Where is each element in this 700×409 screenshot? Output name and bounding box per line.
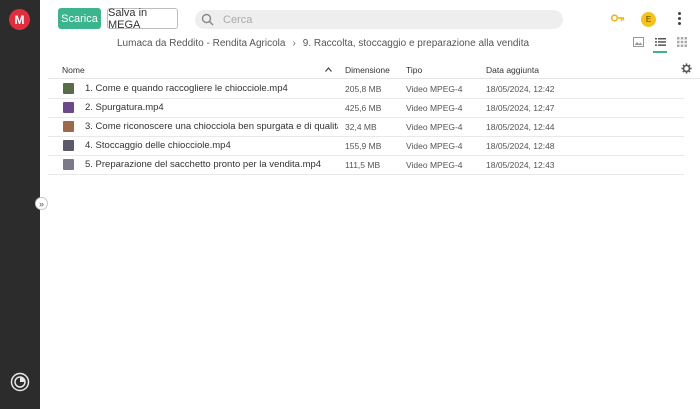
- file-size: 425,6 MB: [345, 103, 382, 113]
- table-row[interactable]: 3. Come riconoscere una chiocciola ben s…: [48, 117, 684, 137]
- table-header: Nome Dimensione Tipo Data aggiunta: [48, 60, 700, 79]
- video-thumbnail: [63, 83, 74, 94]
- table-row[interactable]: 4. Stoccaggio delle chiocciole.mp4 155,9…: [48, 136, 684, 156]
- search-bar: [195, 10, 563, 29]
- video-thumbnail: [63, 102, 74, 113]
- column-header-type[interactable]: Tipo: [406, 65, 422, 75]
- table-row[interactable]: 5. Preparazione del sacchetto pronto per…: [48, 155, 684, 175]
- file-type: Video MPEG-4: [406, 84, 463, 94]
- breadcrumb: Lumaca da Reddito - Rendita Agricola › 9. …: [117, 38, 529, 49]
- expand-sidebar-button[interactable]: »: [35, 197, 48, 210]
- gear-icon[interactable]: [681, 63, 692, 74]
- mega-logo[interactable]: M: [9, 9, 30, 30]
- sort-ascending-icon[interactable]: [325, 67, 332, 72]
- chevron-right-icon: ›: [292, 38, 296, 49]
- video-thumbnail: [63, 159, 74, 170]
- download-button[interactable]: Scarica: [58, 8, 101, 29]
- file-date: 18/05/2024, 12:42: [486, 84, 555, 94]
- image-view-icon[interactable]: [633, 37, 644, 47]
- file-type: Video MPEG-4: [406, 103, 463, 113]
- table-row[interactable]: 2. Spurgatura.mp4 425,6 MB Video MPEG-4 …: [48, 98, 684, 118]
- file-size: 111,5 MB: [345, 160, 381, 170]
- file-name: 5. Preparazione del sacchetto pronto per…: [85, 159, 322, 170]
- file-date: 18/05/2024, 12:48: [486, 141, 555, 151]
- file-size: 205,8 MB: [345, 84, 382, 94]
- sidebar: M: [0, 0, 40, 409]
- file-name: 3. Come riconoscere una chiocciola ben s…: [85, 121, 338, 132]
- file-type: Video MPEG-4: [406, 160, 463, 170]
- file-type: Video MPEG-4: [406, 141, 463, 151]
- file-name: 1. Come e quando raccogliere le chioccio…: [85, 83, 288, 94]
- avatar[interactable]: E: [641, 12, 656, 27]
- video-thumbnail: [63, 121, 74, 132]
- table-row[interactable]: 1. Come e quando raccogliere le chioccio…: [48, 79, 684, 99]
- search-icon: [201, 13, 214, 26]
- breadcrumb-item[interactable]: Lumaca da Reddito - Rendita Agricola: [117, 38, 285, 49]
- file-date: 18/05/2024, 12:44: [486, 122, 555, 132]
- file-date: 18/05/2024, 12:43: [486, 160, 555, 170]
- column-header-date[interactable]: Data aggiunta: [486, 65, 539, 75]
- grid-view-icon[interactable]: [677, 37, 687, 47]
- column-header-size[interactable]: Dimensione: [345, 65, 390, 75]
- column-header-name[interactable]: Nome: [62, 65, 85, 75]
- list-view-icon[interactable]: [655, 37, 666, 47]
- file-name: 2. Spurgatura.mp4: [85, 102, 164, 113]
- transfers-icon[interactable]: [10, 372, 30, 392]
- search-input[interactable]: [223, 11, 543, 28]
- file-name: 4. Stoccaggio delle chiocciole.mp4: [85, 140, 231, 151]
- active-view-indicator: [653, 51, 667, 53]
- key-icon[interactable]: [611, 13, 625, 23]
- save-to-mega-button[interactable]: Salva in MEGA: [107, 7, 178, 31]
- video-thumbnail: [63, 140, 74, 151]
- breadcrumb-item-current: 9. Raccolta, stoccaggio e preparazione a…: [302, 38, 530, 49]
- file-size: 155,9 MB: [345, 141, 382, 151]
- file-date: 18/05/2024, 12:47: [486, 103, 555, 113]
- file-type: Video MPEG-4: [406, 122, 463, 132]
- file-size: 32,4 MB: [345, 122, 377, 132]
- more-menu-icon[interactable]: [678, 12, 682, 26]
